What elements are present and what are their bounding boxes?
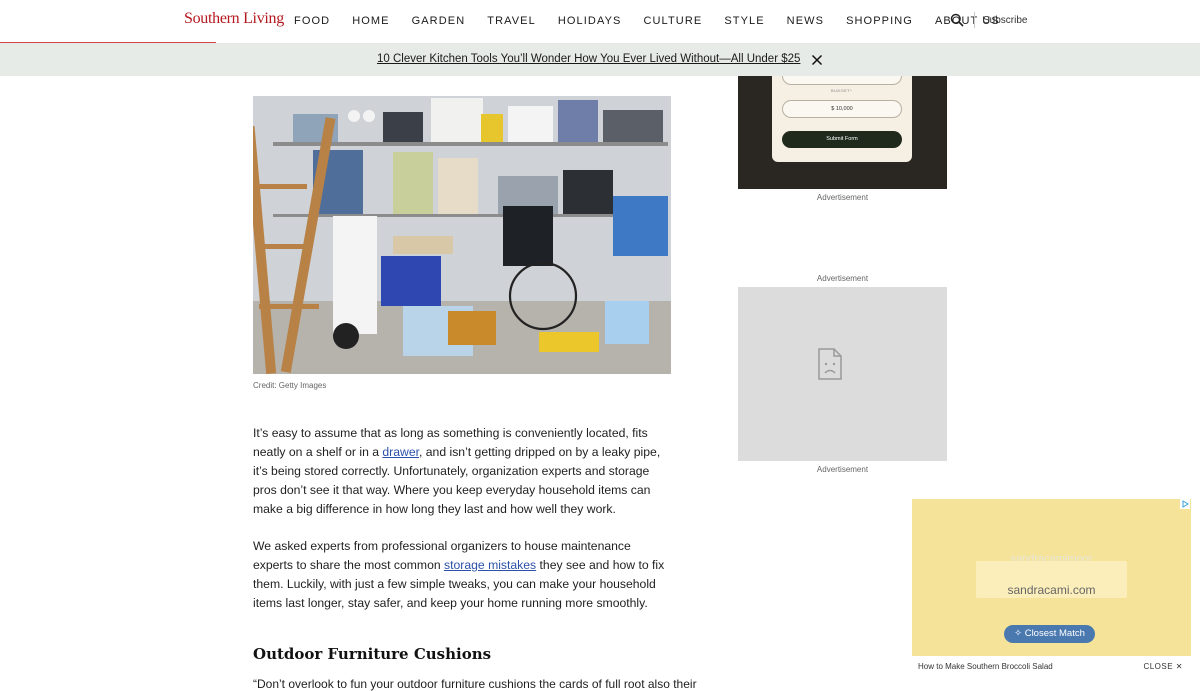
video-domain: sandracami.com	[1007, 583, 1096, 597]
header-divider	[974, 12, 975, 28]
main-nav: FOOD HOME GARDEN TRAVEL HOLIDAYS CULTURE…	[294, 15, 1022, 27]
floating-video-ad[interactable]: sandracamimoor sandracami.com ✧ Closest …	[912, 499, 1191, 679]
nav-item-news[interactable]: NEWS	[787, 15, 824, 27]
closest-match-label: Closest Match	[1024, 628, 1085, 639]
article-paragraph-2: We asked experts from professional organ…	[253, 537, 671, 613]
drawer-link[interactable]: drawer	[382, 445, 419, 459]
search-icon[interactable]	[950, 13, 964, 27]
nav-item-culture[interactable]: CULTURE	[643, 15, 702, 27]
video-domain-box: sandracami.com	[976, 561, 1127, 598]
nav-item-style[interactable]: STYLE	[724, 15, 764, 27]
ad-label: Advertisement	[816, 465, 869, 474]
close-icon[interactable]	[811, 54, 823, 66]
ad-form-submit-button[interactable]: Submit Form	[782, 131, 902, 148]
nav-item-food[interactable]: FOOD	[294, 15, 330, 27]
nav-item-home[interactable]: HOME	[352, 15, 389, 27]
ad-form-budget-label: BUDGET*	[831, 88, 853, 93]
nav-item-garden[interactable]: GARDEN	[412, 15, 466, 27]
ad-label: Advertisement	[816, 193, 869, 202]
close-label: CLOSE	[1143, 662, 1174, 671]
nav-item-travel[interactable]: TRAVEL	[487, 15, 536, 27]
promo-link[interactable]: 10 Clever Kitchen Tools You’ll Wonder Ho…	[377, 53, 800, 65]
video-close-button[interactable]: CLOSE ✕	[1143, 662, 1183, 671]
article-paragraph-1: It’s easy to assume that as long as some…	[253, 424, 671, 519]
ad-form-card: BUDGET* $ 10,000 Submit Form	[772, 76, 912, 162]
close-icon: ✕	[1175, 662, 1183, 671]
video-title[interactable]: How to Make Southern Broccoli Salad	[918, 662, 1053, 671]
closest-match-button[interactable]: ✧ Closest Match	[1004, 625, 1095, 643]
ad-form-banner[interactable]: BUDGET* $ 10,000 Submit Form	[738, 76, 947, 189]
article-photo-garage	[253, 96, 671, 374]
ad-form-field-top[interactable]	[782, 76, 902, 85]
article-paragraph-3-partial: “Don’t overlook to fun your outdoor furn…	[253, 677, 697, 691]
sparkle-icon: ✧	[1014, 628, 1025, 639]
promo-bar: 10 Clever Kitchen Tools You’ll Wonder Ho…	[0, 44, 1200, 76]
nav-item-holidays[interactable]: HOLIDAYS	[558, 15, 622, 27]
photo-credit: Credit: Getty Images	[253, 381, 327, 390]
broken-image-icon	[818, 348, 842, 380]
site-logo[interactable]: Southern Living	[184, 10, 284, 28]
ad-label: Advertisement	[816, 274, 869, 283]
ad-choices-icon[interactable]	[1180, 499, 1190, 509]
nav-item-shopping[interactable]: SHOPPING	[846, 15, 913, 27]
ad-form-budget-input[interactable]: $ 10,000	[782, 100, 902, 118]
storage-mistakes-link[interactable]: storage mistakes	[444, 558, 536, 572]
subscribe-link[interactable]: Subscribe	[983, 15, 1027, 26]
video-footer: How to Make Southern Broccoli Salad CLOS…	[912, 656, 1191, 679]
ad-placeholder[interactable]	[738, 287, 947, 461]
section-heading: Outdoor Furniture Cushions	[253, 645, 492, 663]
site-header: Southern Living FOOD HOME GARDEN TRAVEL …	[0, 0, 1200, 44]
